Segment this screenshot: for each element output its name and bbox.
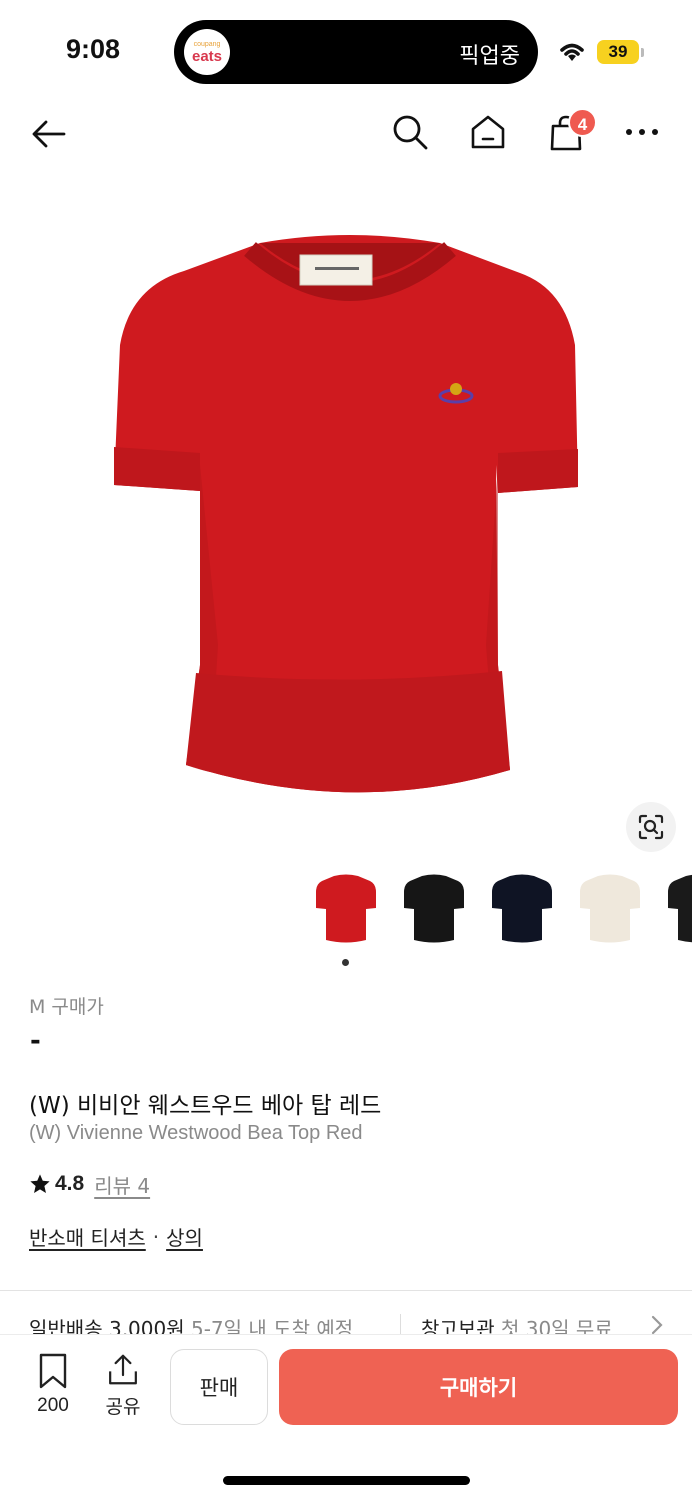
star-icon xyxy=(30,1174,50,1193)
more-button[interactable] xyxy=(620,110,664,154)
category-link-short-sleeve[interactable]: 반소매 티셔츠 xyxy=(29,1222,146,1251)
buy-button[interactable]: 구매하기 xyxy=(279,1349,678,1425)
thumbnail-shirt xyxy=(580,874,640,943)
battery-nub xyxy=(641,48,644,57)
pickup-status-text: 픽업중 xyxy=(459,44,520,69)
share-button[interactable]: 공유 xyxy=(98,1353,148,1419)
standard-shipping: 일반배송 3,000원 5-7일 내 도착 예정 xyxy=(29,1313,353,1336)
more-icon xyxy=(626,129,658,135)
price-label: M 구매가 xyxy=(29,996,104,1018)
thumbnail-shirt-shape xyxy=(668,874,692,943)
thumbnail-shirt-shape xyxy=(580,874,640,943)
sell-button[interactable]: 판매 xyxy=(170,1349,268,1425)
thumbnail-4[interactable] xyxy=(570,868,650,948)
shipping-separator xyxy=(400,1314,401,1336)
home-indicator xyxy=(223,1476,470,1485)
thumbnail-shirt xyxy=(668,874,692,943)
warehouse-storage: 창고보관 첫 30일 무료 xyxy=(421,1313,613,1336)
thumbnail-1[interactable] xyxy=(306,868,386,948)
bookmark-icon xyxy=(39,1353,67,1389)
thumbnail-5[interactable] xyxy=(658,868,692,948)
home-button[interactable] xyxy=(466,110,510,154)
thumbnail-shirt xyxy=(316,874,376,943)
home-icon xyxy=(471,115,505,149)
category-link-tops[interactable]: 상의 xyxy=(166,1222,203,1251)
share-icon xyxy=(109,1354,137,1385)
battery-indicator: 39 xyxy=(597,40,639,64)
back-arrow-icon xyxy=(32,120,66,148)
chevron-right-icon xyxy=(651,1315,663,1335)
status-time: 9:08 xyxy=(66,34,121,64)
bookmark-button[interactable]: 200 xyxy=(28,1353,78,1419)
product-main-image[interactable] xyxy=(100,225,600,815)
thumbnail-2[interactable] xyxy=(394,868,474,948)
review-link[interactable]: 리뷰 4 xyxy=(94,1170,150,1199)
image-search-button[interactable] xyxy=(626,802,676,852)
eats-logo-big-text: eats xyxy=(191,47,223,65)
search-icon xyxy=(393,115,428,150)
category-separator: · xyxy=(152,1224,160,1249)
shipping-info-row[interactable]: 일반배송 3,000원 5-7일 내 도착 예정 창고보관 첫 30일 무료 xyxy=(0,1310,692,1336)
price-value: - xyxy=(30,1026,41,1056)
thumbnail-shirt xyxy=(492,874,552,943)
rating-row: 4.8 리뷰 4 xyxy=(29,1170,150,1198)
bookmark-count: 200 xyxy=(37,1395,69,1416)
thumbnail-shirt-shape xyxy=(316,874,376,943)
rating-value: 4.8 xyxy=(55,1172,85,1195)
category-breadcrumb: 반소매 티셔츠 · 상의 xyxy=(29,1222,203,1251)
thumbnail-3[interactable] xyxy=(482,868,562,948)
thumbnail-shirt-shape xyxy=(404,874,464,943)
wifi-icon xyxy=(560,43,584,61)
section-divider xyxy=(0,1290,692,1291)
cart-count-badge: 4 xyxy=(568,108,597,137)
product-title-english: (W) Vivienne Westwood Bea Top Red xyxy=(29,1122,363,1144)
thumbnail-shirt-shape xyxy=(492,874,552,943)
thumbnail-strip[interactable] xyxy=(300,868,692,958)
coupang-eats-logo: coupang eats xyxy=(184,29,230,75)
back-button[interactable] xyxy=(26,112,70,156)
thumbnail-shirt xyxy=(404,874,464,943)
scan-lens-icon xyxy=(638,814,664,840)
status-bar: 9:08 coupang eats 픽업중 39 xyxy=(0,0,692,100)
product-title-korean: (W) 비비안 웨스트우드 베아 탑 레드 xyxy=(29,1093,382,1119)
dynamic-island-live-activity[interactable]: coupang eats 픽업중 xyxy=(174,20,538,84)
share-label: 공유 xyxy=(105,1396,141,1418)
carousel-dot-active xyxy=(342,959,349,966)
search-button[interactable] xyxy=(388,110,432,154)
